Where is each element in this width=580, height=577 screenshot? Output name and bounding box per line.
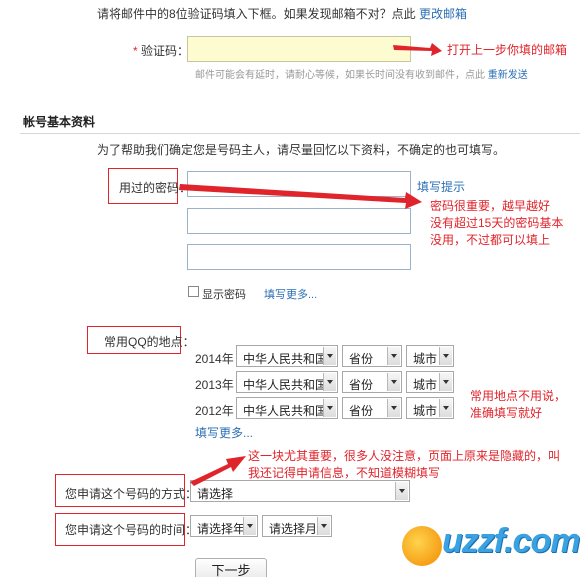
watermark-logo: uzzf.com xyxy=(400,508,580,575)
watermark-circle xyxy=(402,526,442,566)
arrow-password xyxy=(179,184,422,209)
arrow-apply xyxy=(190,456,246,486)
annotation-arrows xyxy=(179,43,442,486)
arrow-email xyxy=(393,43,442,56)
watermark-text: uzzf.com xyxy=(442,522,580,560)
